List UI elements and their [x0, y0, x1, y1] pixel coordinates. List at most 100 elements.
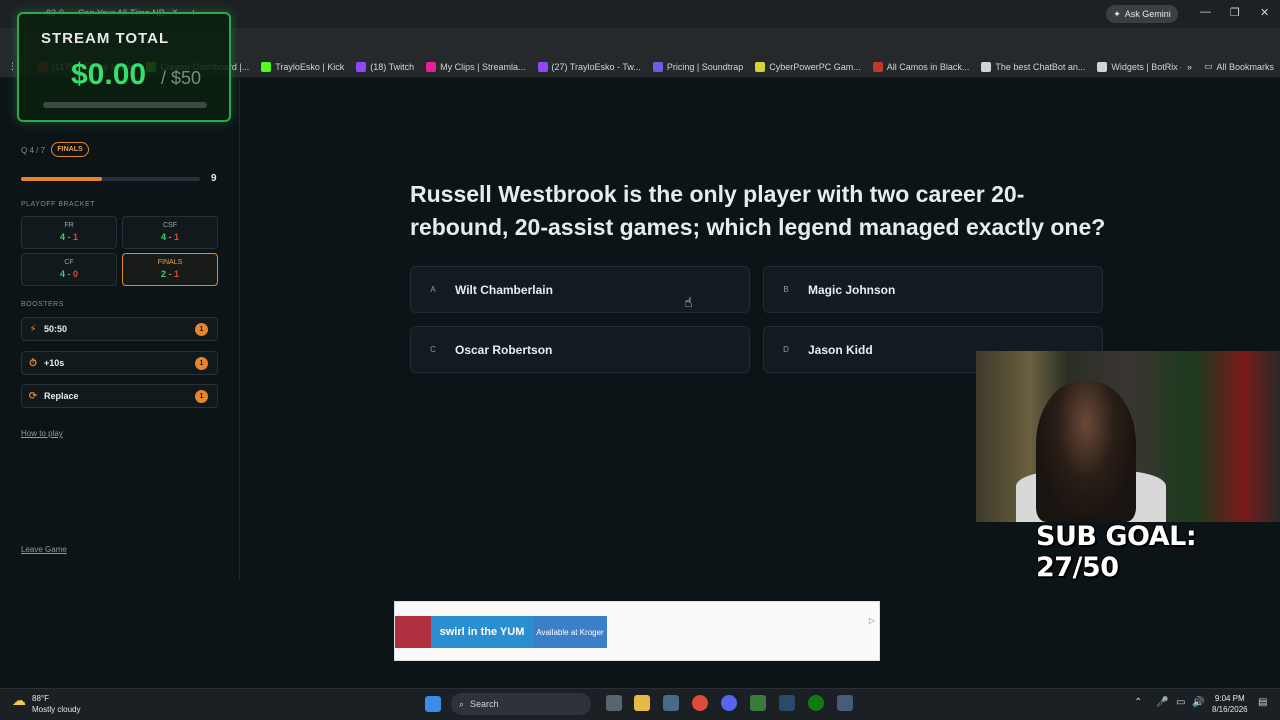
ad-product-image: [395, 616, 431, 648]
ad-headline: swirl in the YUM: [431, 616, 533, 648]
sub-goal-text: SUB GOAL: 27/50: [1036, 521, 1197, 583]
answer-option-a[interactable]: A Wilt Chamberlain: [410, 266, 750, 313]
question-text: Russell Westbrook is the only player wit…: [410, 181, 1106, 240]
question-progress-fill: [21, 177, 102, 181]
bookmark-item[interactable]: The best ChatBot an...: [975, 56, 1091, 78]
answer-label: Magic Johnson: [808, 282, 896, 297]
answer-option-c[interactable]: C Oscar Robertson: [410, 326, 750, 373]
volume-icon[interactable]: 🔊: [1192, 697, 1204, 708]
xbox-icon[interactable]: [808, 695, 824, 711]
windows-start-icon[interactable]: [425, 696, 441, 712]
hand-cursor-icon: ☝: [684, 294, 693, 310]
bookmark-item[interactable]: Widgets | BotRix —...: [1091, 56, 1181, 78]
bookmark-favicon-icon: [872, 61, 883, 72]
bookmark-favicon-icon: [981, 61, 992, 72]
answer-letter: D: [783, 345, 789, 354]
how-to-play-link[interactable]: How to play: [21, 429, 63, 438]
answer-letter: C: [430, 345, 436, 354]
bookmark-item[interactable]: (18) Twitch: [350, 56, 420, 78]
bookmark-favicon-icon: [652, 61, 663, 72]
advertisement-banner[interactable]: swirl in the YUM Available at Kroger ▷: [394, 601, 880, 661]
more-bookmarks-icon[interactable]: »: [1181, 56, 1198, 78]
taskbar-clock[interactable]: 9:04 PM 8/16/2026: [1212, 693, 1248, 715]
bracket-title: PLAYOFF BRACKET: [21, 201, 95, 208]
search-icon: ⌕: [459, 698, 465, 709]
bookmark-favicon-icon: [755, 61, 766, 72]
bookmark-item[interactable]: TrayloEsko | Kick: [255, 56, 350, 78]
booster-plus-ten-seconds-button[interactable]: ⏱ +10s 1: [21, 351, 218, 375]
booster-count-badge: 1: [195, 357, 208, 370]
bracket-cell-cf: CF 4 - 0: [21, 253, 117, 286]
bookmark-label: (27) TrayloEsko - Tw...: [551, 61, 641, 72]
steam-icon[interactable]: [779, 695, 795, 711]
question-progress-bar: [21, 177, 200, 181]
close-window-icon[interactable]: ✕: [1260, 6, 1269, 19]
answer-letter: A: [430, 285, 436, 294]
weather-widget[interactable]: ☁ 88°F Mostly cloudy: [12, 693, 80, 715]
booster-replace-button[interactable]: ⟳ Replace 1: [21, 384, 218, 408]
bookmark-item[interactable]: Pricing | Soundtrap: [647, 56, 749, 78]
booster-fifty-fifty-button[interactable]: ⚡ 50:50 1: [21, 317, 218, 341]
file-explorer-icon[interactable]: [634, 695, 650, 711]
bookmark-item[interactable]: CyberPowerPC Gam...: [749, 56, 867, 78]
bookmark-favicon-icon: [537, 61, 548, 72]
minimize-icon[interactable]: —: [1200, 6, 1211, 18]
task-view-icon[interactable]: [606, 695, 622, 711]
bracket-cell-fr: FR 4 - 1: [21, 216, 117, 249]
chevron-up-icon[interactable]: ⌃: [1134, 697, 1142, 708]
timer-icon: ⏱: [29, 357, 37, 369]
answer-label: Jason Kidd: [808, 342, 873, 357]
refresh-icon: ⟳: [28, 390, 38, 402]
bookmark-label: (18) Twitch: [370, 61, 415, 72]
discord-icon[interactable]: [721, 695, 737, 711]
ask-gemini-button[interactable]: ✦ Ask Gemini: [1106, 5, 1178, 23]
bracket-cell-finals: FINALS 2 - 1: [122, 253, 218, 286]
round-pill: FINALS: [51, 142, 89, 157]
maximize-icon[interactable]: ❐: [1230, 6, 1240, 19]
chrome-icon[interactable]: [692, 695, 708, 711]
ad-retailer: Available at Kroger: [533, 616, 607, 648]
notification-icon[interactable]: ▤: [1258, 697, 1267, 708]
bookmark-label: CyberPowerPC Gam...: [769, 61, 861, 72]
microphone-icon[interactable]: 🎤: [1156, 697, 1168, 708]
webcam-figure: [1036, 381, 1136, 522]
booster-count-badge: 1: [195, 323, 208, 336]
answer-label: Wilt Chamberlain: [455, 282, 553, 297]
bookmark-label: TrayloEsko | Kick: [275, 61, 345, 72]
app-icon[interactable]: [750, 695, 766, 711]
booster-count-badge: 1: [195, 390, 208, 403]
answer-option-b[interactable]: B Magic Johnson: [763, 266, 1103, 313]
bookmark-favicon-icon: [1097, 61, 1108, 72]
folder-icon: ▭: [1203, 61, 1213, 71]
store-icon[interactable]: [663, 695, 679, 711]
bookmark-item[interactable]: My Clips | Streamla...: [420, 56, 531, 78]
bookmark-label: The best ChatBot an...: [995, 61, 1086, 72]
bookmark-favicon-icon: [261, 61, 272, 72]
bookmark-label: Widgets | BotRix —...: [1111, 61, 1181, 72]
bookmark-label: Pricing | Soundtrap: [666, 61, 744, 72]
clock-time: 9:04 PM: [1214, 694, 1245, 703]
bookmark-item[interactable]: (27) TrayloEsko - Tw...: [532, 56, 647, 78]
leave-game-link[interactable]: Leave Game: [21, 545, 67, 554]
network-icon[interactable]: ▭: [1176, 697, 1185, 708]
gemini-icon: ✦: [1113, 8, 1121, 19]
boosters-title: BOOSTERS: [21, 301, 64, 308]
lightning-icon: ⚡: [29, 323, 37, 335]
taskbar-search[interactable]: ⌕ Search: [451, 693, 591, 715]
progress-value: 9: [211, 173, 217, 184]
all-bookmarks-folder[interactable]: ▭ All Bookmarks: [1198, 56, 1280, 78]
clock-date: 8/16/2026: [1212, 705, 1248, 714]
answer-label: Oscar Robertson: [455, 342, 553, 357]
answer-letter: B: [783, 285, 789, 294]
bookmark-favicon-icon: [356, 61, 367, 72]
cloud-sun-icon: ☁: [12, 692, 26, 708]
bookmark-label: All Camos in Black...: [886, 61, 970, 72]
adchoices-icon[interactable]: ▷: [869, 616, 875, 625]
bookmark-label: My Clips | Streamla...: [440, 61, 526, 72]
bookmark-item[interactable]: All Camos in Black...: [867, 56, 976, 78]
bracket-cell-csf: CSF 4 - 1: [122, 216, 218, 249]
app-icon-2[interactable]: [837, 695, 853, 711]
question-counter: Q 4 / 7: [21, 146, 46, 155]
webcam-overlay: [976, 351, 1280, 522]
ask-gemini-label: Ask Gemini: [1124, 9, 1171, 19]
